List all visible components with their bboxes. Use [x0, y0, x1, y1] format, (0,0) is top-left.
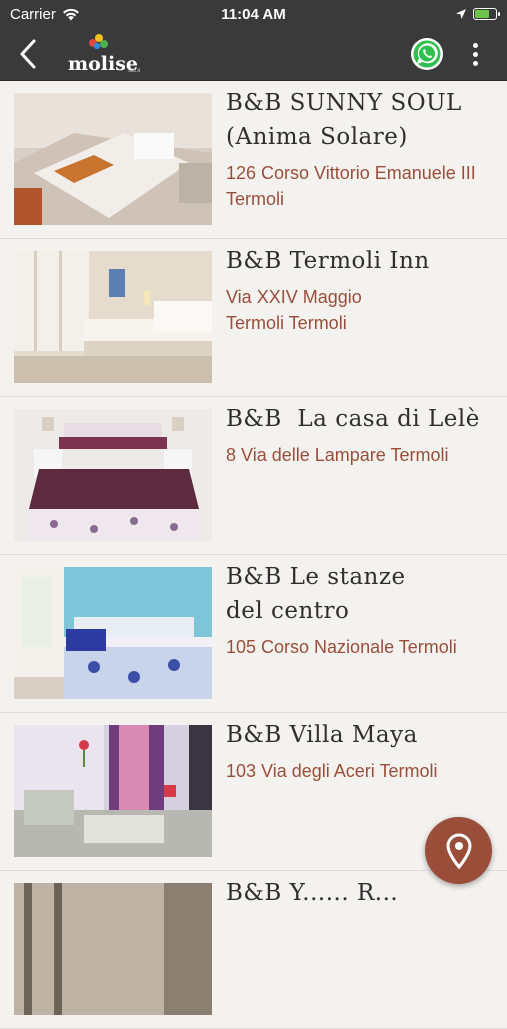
- listing-address: 103 Via degli Aceri Termoli: [226, 761, 438, 781]
- listing-title: B&B La casa di Lelè: [226, 406, 480, 432]
- chevron-left-icon: [20, 39, 36, 69]
- location-arrow-icon: [456, 9, 466, 19]
- list-item[interactable]: B&B Le stanze del centro 105 Corso Nazio…: [0, 555, 507, 713]
- map-pin-icon: [445, 832, 472, 869]
- listing-photo: [14, 567, 212, 699]
- listing-title: B&B Villa Maya: [226, 722, 418, 748]
- listing-title: B&B Le stanze del centro: [226, 564, 406, 624]
- carrier-label: Carrier: [10, 5, 56, 23]
- listing-photo: [14, 409, 212, 541]
- listing-address: Via XXIV Maggio Termoli Termoli: [226, 287, 362, 333]
- listing-photo: [14, 93, 212, 225]
- listing-address: 8 Via delle Lampare Termoli: [226, 445, 449, 465]
- status-left: Carrier: [10, 6, 80, 23]
- logo-dots-icon: [89, 34, 108, 50]
- list-item[interactable]: B&B SUNNY SOUL (Anima Solare) 126 Corso …: [0, 81, 507, 239]
- wifi-icon: [62, 8, 79, 20]
- listing-address: 126 Corso Vittorio Emanuele III Termoli: [226, 163, 476, 209]
- status-right: [455, 8, 500, 20]
- listing-photo: [14, 251, 212, 383]
- nav-bar: molise sito.it: [0, 28, 507, 81]
- whatsapp-icon[interactable]: [409, 36, 445, 72]
- list-item[interactable]: B&B La casa di Lelè 8 Via delle Lampare …: [0, 397, 507, 555]
- map-button[interactable]: [425, 817, 492, 884]
- logo-subtext: sito.it: [128, 68, 140, 74]
- list-item[interactable]: B&B Y...... R...: [0, 871, 507, 1029]
- listing-list: B&B SUNNY SOUL (Anima Solare) 126 Corso …: [0, 81, 507, 1029]
- status-time: 11:04 AM: [221, 5, 286, 23]
- listing-address: 105 Corso Nazionale Termoli: [226, 637, 457, 657]
- status-bar: Carrier 11:04 AM: [0, 0, 507, 28]
- app-logo: molise sito.it: [68, 34, 140, 74]
- listing-photo: [14, 725, 212, 857]
- listing-title: B&B Termoli Inn: [226, 248, 430, 274]
- list-item[interactable]: B&B Termoli Inn Via XXIV Maggio Termoli …: [0, 239, 507, 397]
- more-options-button[interactable]: [463, 34, 487, 74]
- listing-title: B&B Y...... R...: [226, 880, 399, 906]
- battery-icon: [473, 8, 500, 20]
- listing-photo: [14, 883, 212, 1015]
- back-button[interactable]: [0, 28, 56, 80]
- listing-title: B&B SUNNY SOUL (Anima Solare): [226, 90, 462, 150]
